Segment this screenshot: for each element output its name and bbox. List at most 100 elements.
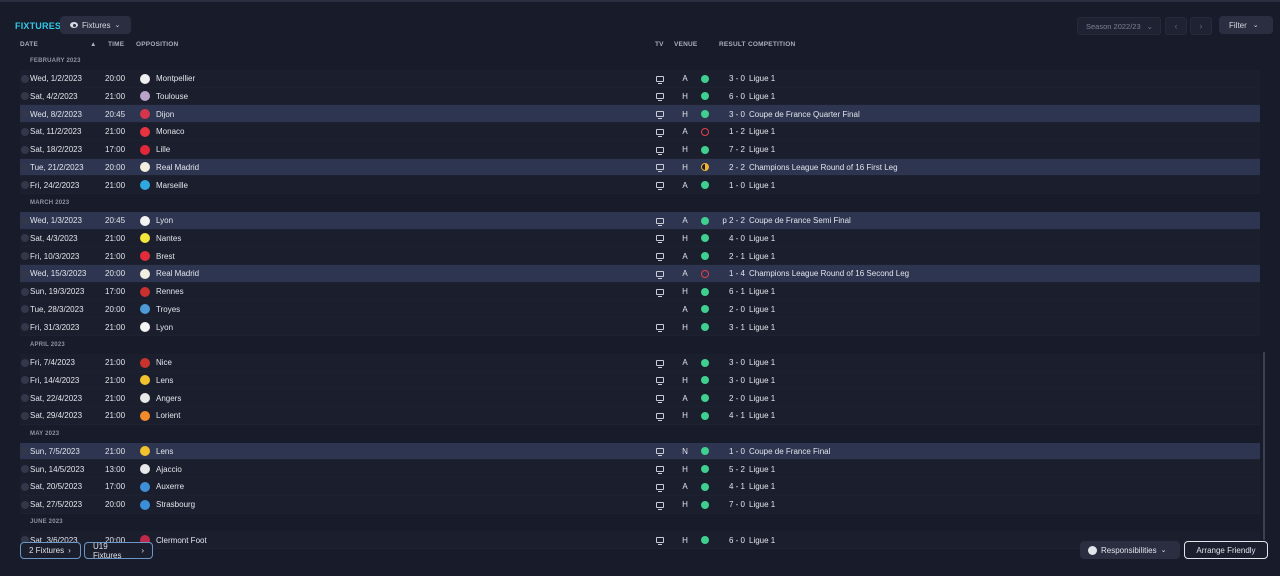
result-score[interactable]: 4 - 1 — [715, 478, 745, 496]
result-score[interactable]: 7 - 0 — [715, 496, 745, 514]
responsibilities-button[interactable]: Responsibilities ⌄ — [1080, 541, 1180, 559]
result-score[interactable]: 2 - 0 — [715, 389, 745, 407]
col-header-opposition[interactable]: OPPOSITION — [136, 41, 178, 51]
competition-link[interactable]: Ligue 1 — [749, 389, 775, 407]
result-score[interactable]: 2 - 2 — [715, 159, 745, 177]
result-score[interactable]: p 2 - 2 — [715, 212, 745, 230]
competition-link[interactable]: Ligue 1 — [749, 123, 775, 141]
competition-link[interactable]: Ligue 1 — [749, 478, 775, 496]
opposition-link[interactable]: Montpellier — [156, 70, 195, 88]
fixture-row[interactable]: Sun, 19/3/2023 17:00 Rennes H 6 - 1 Ligue 1 — [20, 282, 1260, 301]
result-score[interactable]: 7 - 2 — [715, 141, 745, 159]
fixture-row[interactable]: Tue, 21/2/2023 20:00 Real Madrid H 2 - 2 Cham… — [20, 158, 1260, 177]
result-score[interactable]: 3 - 0 — [715, 372, 745, 390]
competition-link[interactable]: Champions League Round of 16 Second Leg — [749, 265, 909, 283]
season-dropdown[interactable]: Season 2022/23 ⌄ — [1077, 17, 1161, 35]
col-header-competition[interactable]: COMPETITION — [748, 41, 795, 51]
result-score[interactable]: 4 - 0 — [715, 230, 745, 248]
fixture-row[interactable]: Sat, 11/2/2023 21:00 Monaco A 1 - 2 Ligue 1 — [20, 123, 1260, 141]
opposition-link[interactable]: Lyon — [156, 318, 173, 336]
opposition-link[interactable]: Monaco — [156, 123, 184, 141]
result-score[interactable]: 6 - 1 — [715, 283, 745, 301]
opposition-link[interactable]: Brest — [156, 247, 175, 265]
fixture-row[interactable]: Sat, 4/3/2023 21:00 Nantes H 4 - 0 Ligue 1 — [20, 229, 1260, 248]
fixture-row[interactable]: Wed, 15/3/2023 20:00 Real Madrid A 1 - 4 Cham… — [20, 265, 1260, 283]
result-score[interactable]: 1 - 2 — [715, 123, 745, 141]
opposition-link[interactable]: Lorient — [156, 407, 180, 425]
result-score[interactable]: 3 - 0 — [715, 354, 745, 372]
fixture-row[interactable]: Sun, 14/5/2023 13:00 Ajaccio H 5 - 2 Ligue 1 — [20, 460, 1260, 478]
competition-link[interactable]: Champions League Round of 16 First Leg — [749, 159, 898, 177]
fixture-row[interactable]: Wed, 8/2/2023 20:45 Dijon H 3 - 0 Coupe de Fr… — [20, 105, 1260, 123]
scrollbar[interactable] — [1263, 352, 1265, 540]
opposition-link[interactable]: Clermont Foot — [156, 531, 207, 549]
fixture-row[interactable]: Wed, 1/2/2023 20:00 Montpellier A 3 - 0 Ligue… — [20, 69, 1260, 88]
sort-ascending-icon[interactable]: ▲ — [90, 41, 97, 51]
result-score[interactable]: 6 - 0 — [715, 88, 745, 106]
competition-link[interactable]: Ligue 1 — [749, 460, 775, 478]
result-score[interactable]: 6 - 0 — [715, 531, 745, 549]
competition-link[interactable]: Coupe de France Final — [749, 443, 830, 461]
prev-season-button[interactable]: ‹ — [1165, 17, 1187, 35]
competition-link[interactable]: Coupe de France Semi Final — [749, 212, 851, 230]
result-score[interactable]: 3 - 0 — [715, 70, 745, 88]
competition-link[interactable]: Ligue 1 — [749, 496, 775, 514]
opposition-link[interactable]: Nantes — [156, 230, 181, 248]
opposition-link[interactable]: Real Madrid — [156, 159, 199, 177]
competition-link[interactable]: Ligue 1 — [749, 283, 775, 301]
col-header-date[interactable]: DATE — [20, 41, 38, 51]
opposition-link[interactable]: Nice — [156, 354, 172, 372]
result-score[interactable]: 1 - 4 — [715, 265, 745, 283]
fixture-row[interactable]: Tue, 28/3/2023 20:00 Troyes A 2 - 0 Ligue 1 — [20, 300, 1260, 319]
fixture-row[interactable]: Sat, 18/2/2023 17:00 Lille H 7 - 2 Ligue 1 — [20, 140, 1260, 159]
result-score[interactable]: 1 - 0 — [715, 443, 745, 461]
competition-link[interactable]: Ligue 1 — [749, 318, 775, 336]
fixture-row[interactable]: Fri, 14/4/2023 21:00 Lens H 3 - 0 Ligue 1 — [20, 371, 1260, 390]
competition-link[interactable]: Ligue 1 — [749, 354, 775, 372]
result-score[interactable]: 2 - 1 — [715, 247, 745, 265]
opposition-link[interactable]: Dijon — [156, 105, 174, 123]
opposition-link[interactable]: Rennes — [156, 283, 184, 301]
result-score[interactable]: 3 - 0 — [715, 105, 745, 123]
fixture-row[interactable]: Wed, 1/3/2023 20:45 Lyon Ap 2 - 2 Coupe de F… — [20, 211, 1260, 230]
fixture-row[interactable]: Sat, 22/4/2023 21:00 Angers A 2 - 0 Ligue 1 — [20, 389, 1260, 407]
fixture-row[interactable]: Fri, 10/3/2023 21:00 Brest A 2 - 1 Ligue 1 — [20, 247, 1260, 265]
arrange-friendly-button[interactable]: Arrange Friendly — [1184, 541, 1268, 559]
opposition-link[interactable]: Troyes — [156, 301, 180, 319]
competition-link[interactable]: Ligue 1 — [749, 70, 775, 88]
competition-link[interactable]: Coupe de France Quarter Final — [749, 105, 860, 123]
competition-link[interactable]: Ligue 1 — [749, 88, 775, 106]
competition-link[interactable]: Ligue 1 — [749, 247, 775, 265]
opposition-link[interactable]: Ajaccio — [156, 460, 182, 478]
fixture-row[interactable]: Sat, 4/2/2023 21:00 Toulouse H 6 - 0 Ligue 1 — [20, 87, 1260, 106]
opposition-link[interactable]: Auxerre — [156, 478, 184, 496]
fixture-row[interactable]: Fri, 31/3/2023 21:00 Lyon H 3 - 1 Ligue 1 — [20, 318, 1260, 336]
filter-button[interactable]: Filter ⌄ — [1219, 16, 1273, 34]
opposition-link[interactable]: Real Madrid — [156, 265, 199, 283]
opposition-link[interactable]: Lens — [156, 443, 173, 461]
result-score[interactable]: 2 - 0 — [715, 301, 745, 319]
view-selector-button[interactable]: Fixtures ⌄ — [60, 16, 131, 34]
opposition-link[interactable]: Lille — [156, 141, 170, 159]
fixture-row[interactable]: Sat, 20/5/2023 17:00 Auxerre A 4 - 1 Ligue 1 — [20, 478, 1260, 496]
col-header-venue[interactable]: VENUE — [674, 41, 697, 51]
competition-link[interactable]: Ligue 1 — [749, 230, 775, 248]
opposition-link[interactable]: Angers — [156, 389, 181, 407]
opposition-link[interactable]: Strasbourg — [156, 496, 195, 514]
competition-link[interactable]: Ligue 1 — [749, 407, 775, 425]
result-score[interactable]: 3 - 1 — [715, 318, 745, 336]
col-header-time[interactable]: TIME — [108, 41, 124, 51]
fixture-row[interactable]: Sun, 7/5/2023 21:00 Lens N 1 - 0 Coupe de Fra… — [20, 442, 1260, 461]
result-score[interactable]: 4 - 1 — [715, 407, 745, 425]
fixture-row[interactable]: Sat, 27/5/2023 20:00 Strasbourg H 7 - 0 Ligue… — [20, 495, 1260, 514]
fixtures-link-button[interactable]: 2 Fixtures › — [20, 542, 81, 559]
fixture-row[interactable]: Sat, 29/4/2023 21:00 Lorient H 4 - 1 Ligue 1 — [20, 407, 1260, 425]
competition-link[interactable]: Ligue 1 — [749, 301, 775, 319]
result-score[interactable]: 1 - 0 — [715, 176, 745, 194]
col-header-result[interactable]: RESULT — [719, 41, 746, 51]
competition-link[interactable]: Ligue 1 — [749, 372, 775, 390]
u19-fixtures-button[interactable]: U19 Fixtures › — [84, 542, 153, 560]
competition-link[interactable]: Ligue 1 — [749, 531, 775, 549]
opposition-link[interactable]: Marseille — [156, 176, 188, 194]
result-score[interactable]: 5 - 2 — [715, 460, 745, 478]
